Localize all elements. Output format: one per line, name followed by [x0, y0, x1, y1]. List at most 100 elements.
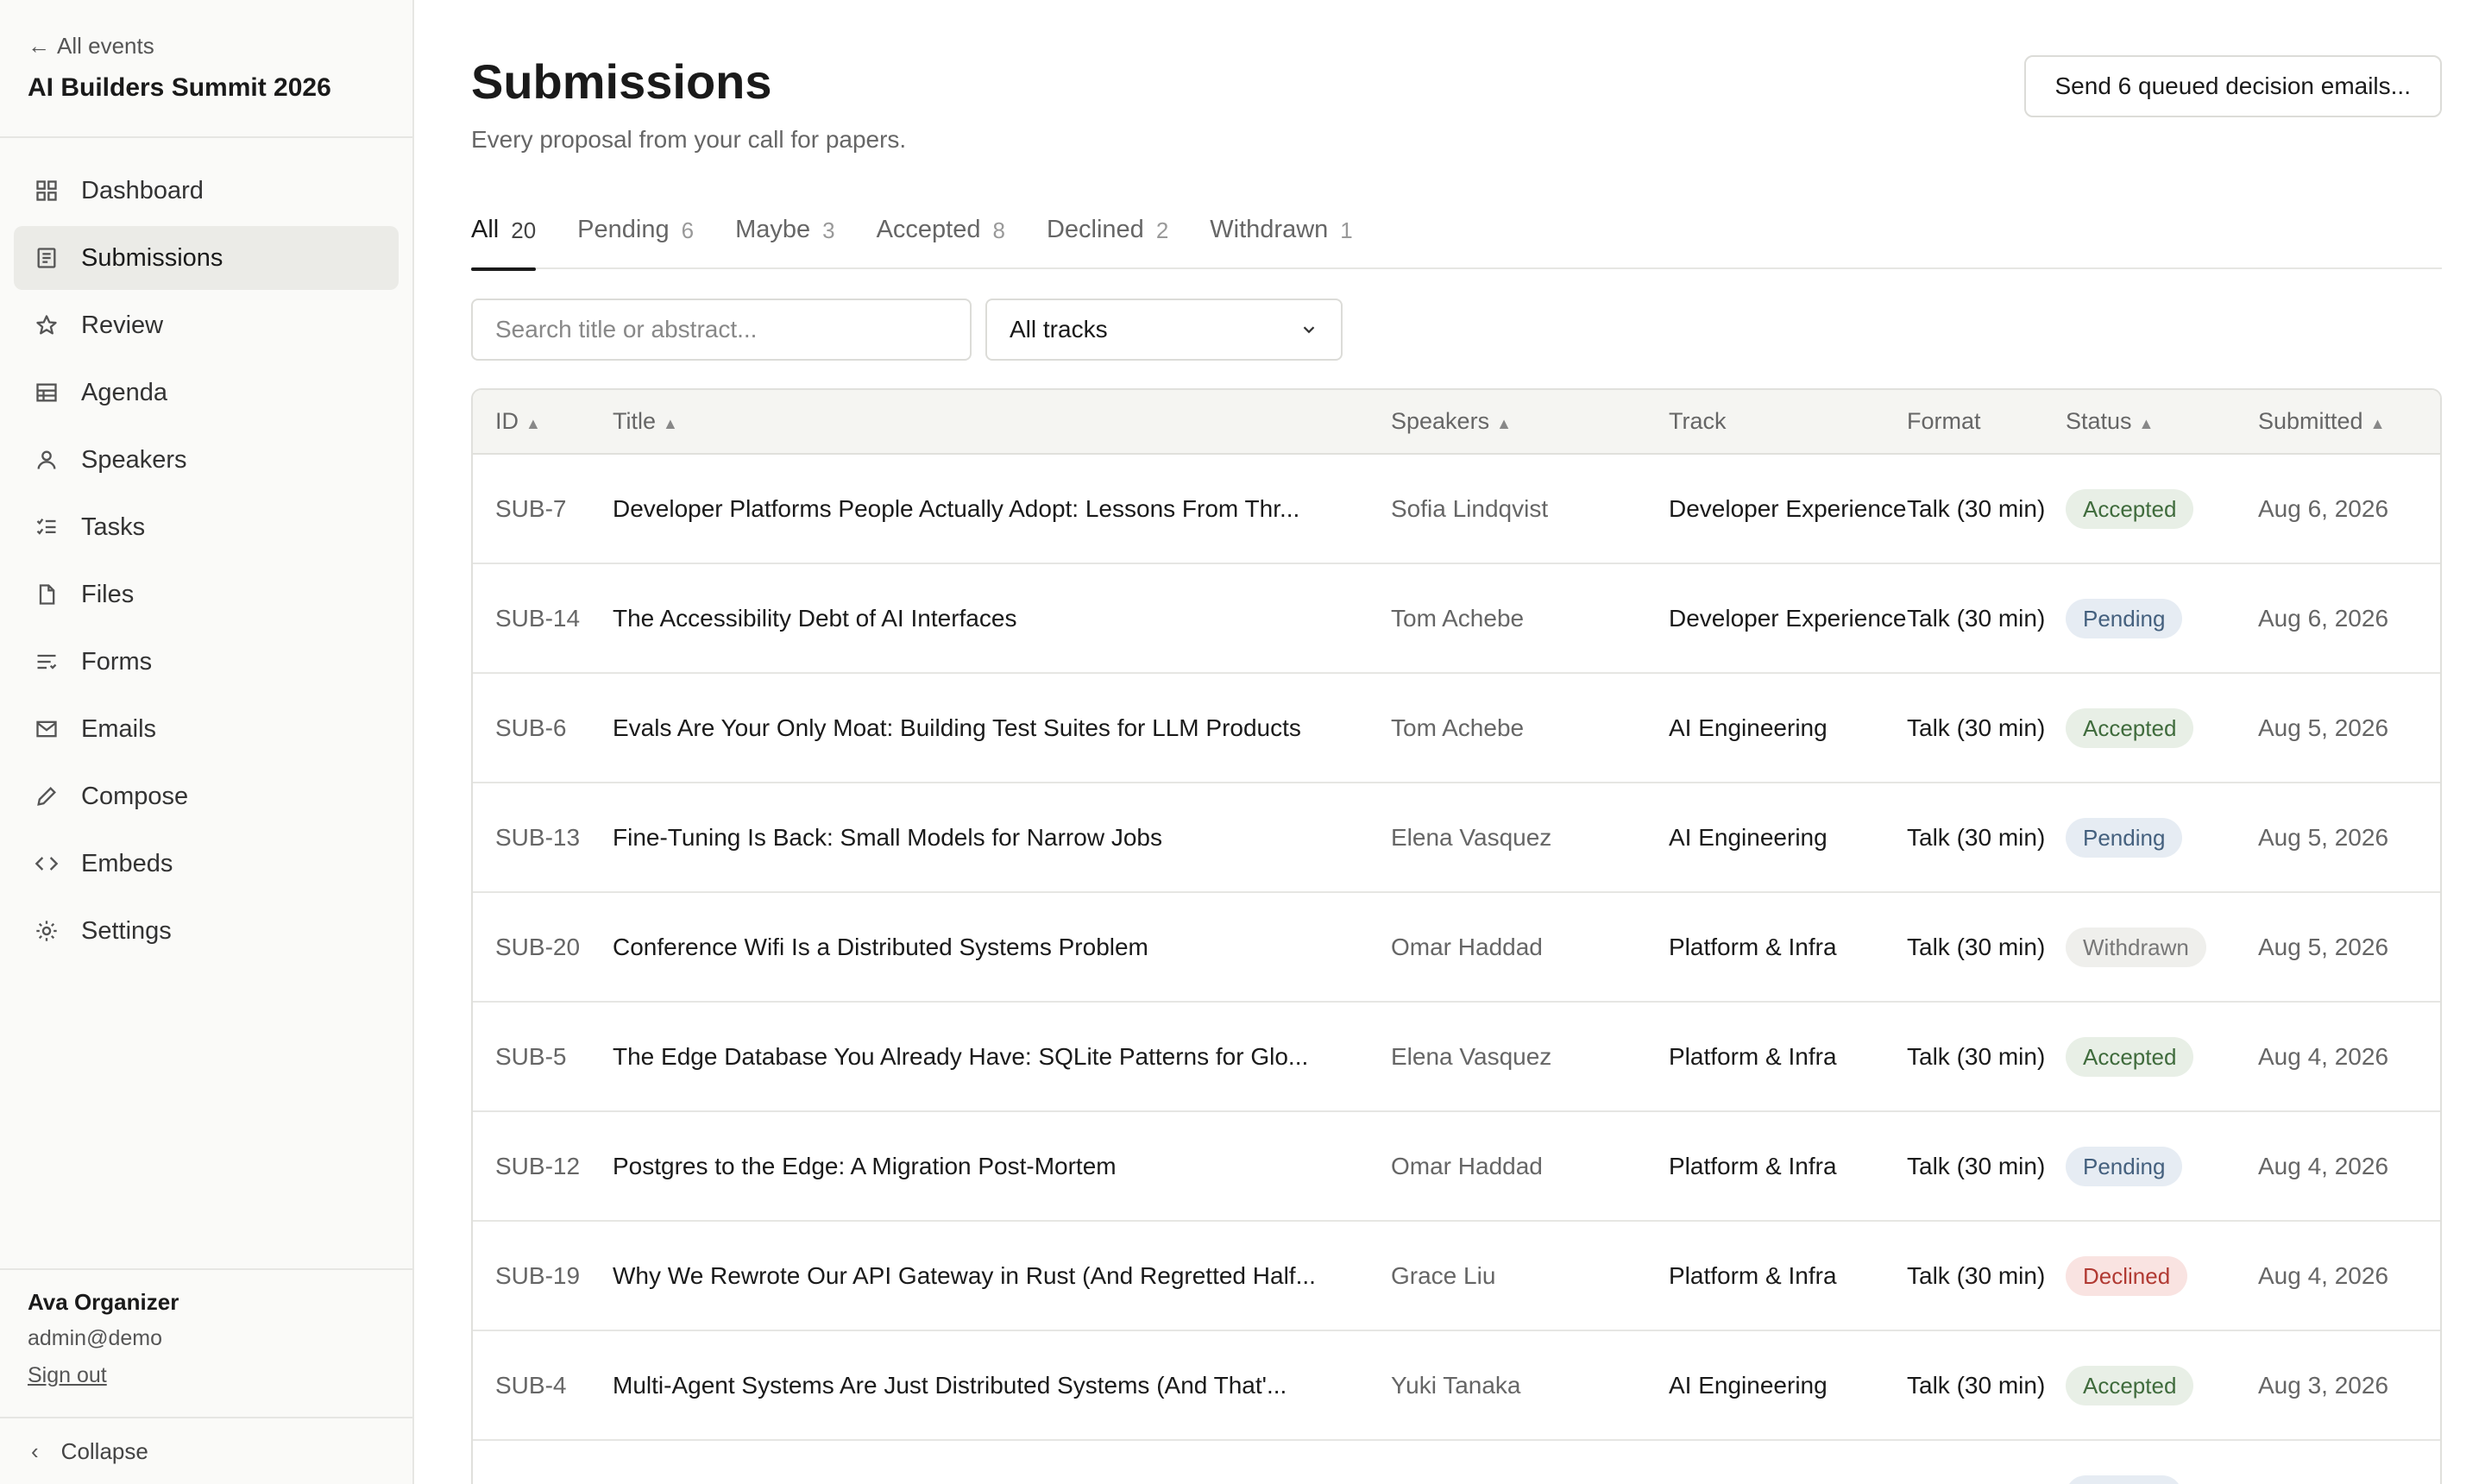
cell-submitted: Aug 4, 2026 [2258, 1152, 2389, 1179]
cell-title[interactable]: Evals Are Your Only Moat: Building Test … [613, 673, 1391, 783]
column-header-track: Track [1669, 390, 1907, 455]
sidebar-item-tasks[interactable]: Tasks [14, 495, 399, 559]
sidebar-item-agenda[interactable]: Agenda [14, 361, 399, 424]
cell-track: AI Engineering [1669, 714, 1828, 741]
file-icon [35, 582, 59, 607]
table-row[interactable]: SUB-19 Why We Rewrote Our API Gateway in … [473, 1221, 2440, 1330]
cell-id: SUB-19 [495, 1261, 581, 1289]
column-label: Track [1669, 408, 1727, 434]
cell-speaker: Tom Achebe [1391, 604, 1525, 632]
cell-track: Platform & Infra [1669, 933, 1837, 960]
table-row[interactable]: SUB-12 Postgres to the Edge: A Migration … [473, 1111, 2440, 1221]
column-header-id[interactable]: ID ▲ [473, 390, 613, 455]
cell-track: Developer Experience [1669, 604, 1907, 632]
tab-label: Maybe [735, 216, 811, 243]
sidebar-item-submissions[interactable]: Submissions [14, 226, 399, 290]
column-header-speakers[interactable]: Speakers ▲ [1391, 390, 1669, 455]
user-email: admin@demo [28, 1326, 163, 1350]
cell-status: Declined [2066, 1221, 2258, 1330]
cell-title[interactable]: Developer Platforms People Actually Adop… [613, 454, 1391, 563]
sidebar-item-label: Files [81, 580, 135, 608]
page-title: Submissions [471, 54, 772, 109]
status-badge: Pending [2066, 1475, 2183, 1484]
cell-status: Pending [2066, 563, 2258, 673]
status-badge: Declined [2066, 1255, 2188, 1296]
cell-title[interactable]: Multi-Agent Systems Are Just Distributed… [613, 1330, 1391, 1440]
status-badge: Accepted [2066, 1036, 2194, 1077]
cell-speaker: Tom Achebe [1391, 714, 1525, 741]
sidebar-item-embeds[interactable]: Embeds [14, 832, 399, 896]
back-to-events-link[interactable]: ← All events [28, 33, 385, 60]
tab-count: 6 [681, 217, 695, 243]
cell-track: Platform & Infra [1669, 1261, 1837, 1289]
sidebar-item-files[interactable]: Files [14, 563, 399, 626]
column-header-format: Format [1907, 390, 2066, 455]
table-row[interactable]: SUB-14 The Accessibility Debt of AI Inter… [473, 563, 2440, 673]
cell-id: SUB-7 [495, 494, 567, 522]
send-decision-emails-button[interactable]: Send 6 queued decision emails... [2023, 55, 2442, 117]
table-header-row: ID ▲ Title ▲ Speakers ▲ Track Format Status… [473, 390, 2440, 455]
cell-track: Developer Experience [1669, 1440, 1907, 1484]
chevron-left-icon: ‹ [31, 1437, 39, 1464]
cell-title[interactable]: Design Systems for AI Products: Calm Int… [613, 1440, 1391, 1484]
table-row[interactable]: SUB-20 Conference Wifi Is a Distributed S… [473, 892, 2440, 1002]
search-input[interactable] [471, 299, 972, 361]
tab-label: Withdrawn [1210, 216, 1329, 243]
table-row[interactable]: SUB-6 Evals Are Your Only Moat: Building … [473, 673, 2440, 783]
track-select-value: All tracks [1010, 316, 1108, 343]
sidebar-item-label: Emails [81, 714, 157, 743]
tab-all[interactable]: All 20 [471, 207, 537, 271]
cell-status: Accepted [2066, 1002, 2258, 1111]
sidebar-item-label: Review [81, 311, 164, 339]
track-select[interactable]: All tracks [985, 299, 1343, 361]
sort-up-icon: ▲ [525, 415, 541, 432]
table-row[interactable]: SUB-7 Developer Platforms People Actually… [473, 454, 2440, 563]
cell-title[interactable]: The Edge Database You Already Have: SQLi… [613, 1002, 1391, 1111]
table-row[interactable]: SUB-13 Fine-Tuning Is Back: Small Models … [473, 783, 2440, 892]
tab-maybe[interactable]: Maybe 3 [735, 207, 835, 269]
tab-count: 2 [1155, 217, 1169, 243]
sidebar-item-label: Tasks [81, 512, 146, 541]
collapse-label: Collapse [60, 1437, 148, 1464]
sidebar-item-dashboard[interactable]: Dashboard [14, 159, 399, 223]
gear-icon [35, 919, 59, 943]
tab-accepted[interactable]: Accepted 8 [877, 207, 1005, 269]
collapse-sidebar-button[interactable]: ‹ Collapse [0, 1417, 412, 1484]
sidebar-item-emails[interactable]: Emails [14, 697, 399, 761]
cell-title[interactable]: Postgres to the Edge: A Migration Post-M… [613, 1111, 1391, 1221]
sidebar-item-compose[interactable]: Compose [14, 764, 399, 828]
status-badge: Pending [2066, 1146, 2183, 1186]
cell-id: SUB-14 [495, 604, 581, 632]
sidebar-item-speakers[interactable]: Speakers [14, 428, 399, 492]
sidebar-item-forms[interactable]: Forms [14, 630, 399, 694]
status-badge: Pending [2066, 598, 2183, 638]
column-header-title[interactable]: Title ▲ [613, 390, 1391, 455]
table-icon [35, 380, 59, 405]
tab-label: Accepted [876, 216, 981, 243]
column-label: Status [2066, 408, 2132, 434]
tab-label: Pending [577, 216, 670, 243]
table-row[interactable]: SUB-11Design Systems for AI Products: Ca… [473, 1440, 2440, 1484]
sidebar-item-label: Dashboard [81, 176, 204, 204]
cell-track: AI Engineering [1669, 823, 1828, 851]
tab-pending[interactable]: Pending 6 [577, 207, 694, 269]
cell-title[interactable]: Why We Rewrote Our API Gateway in Rust (… [613, 1221, 1391, 1330]
cell-track: Platform & Infra [1669, 1042, 1837, 1070]
cell-format: Talk (30 min) [1907, 1371, 2046, 1399]
table-row[interactable]: SUB-4 Multi-Agent Systems Are Just Distri… [473, 1330, 2440, 1440]
sign-out-link[interactable]: Sign out [28, 1363, 107, 1388]
table-row[interactable]: SUB-5 The Edge Database You Already Have:… [473, 1002, 2440, 1111]
cell-title[interactable]: Fine-Tuning Is Back: Small Models for Na… [613, 783, 1391, 892]
star-icon [35, 313, 59, 337]
cell-title[interactable]: The Accessibility Debt of AI Interfaces [613, 563, 1391, 673]
cell-format: Talk (30 min) [1907, 604, 2046, 632]
tab-label: All [471, 216, 500, 243]
tab-declined[interactable]: Declined 2 [1047, 207, 1168, 269]
sort-up-icon: ▲ [2138, 415, 2155, 432]
column-header-status[interactable]: Status ▲ [2066, 390, 2258, 455]
cell-title[interactable]: Conference Wifi Is a Distributed Systems… [613, 892, 1391, 1002]
sidebar-item-review[interactable]: Review [14, 293, 399, 357]
column-header-submitted[interactable]: Submitted ▲ [2258, 390, 2440, 455]
sidebar-item-settings[interactable]: Settings [14, 899, 399, 963]
tab-withdrawn[interactable]: Withdrawn 1 [1210, 207, 1352, 269]
